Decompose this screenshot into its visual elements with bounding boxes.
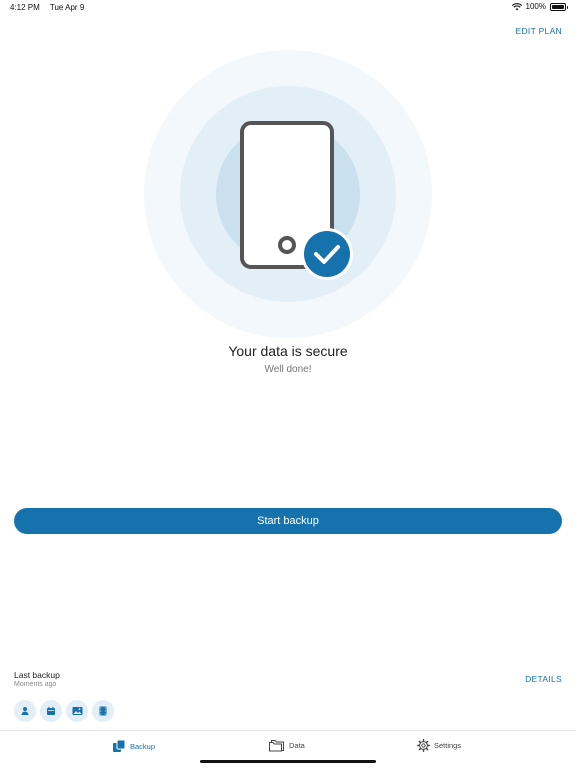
- secure-illustration: [144, 50, 432, 338]
- backup-icon: [113, 739, 126, 752]
- contacts-icon: [21, 707, 29, 715]
- status-time: 4:12 PM: [10, 3, 40, 12]
- gear-icon: [417, 739, 430, 752]
- category-photos[interactable]: [66, 700, 88, 722]
- tab-bar: Backup Data Settings: [0, 730, 576, 769]
- status-subtitle: Well done!: [264, 364, 312, 375]
- status-right: 100%: [511, 2, 568, 11]
- status-left: 4:12 PM Tue Apr 9: [10, 3, 92, 12]
- checkmark-icon: [301, 228, 353, 280]
- backup-categories: [14, 700, 114, 722]
- tab-settings[interactable]: Settings: [417, 739, 461, 752]
- wifi-icon: [511, 2, 522, 10]
- tab-settings-label: Settings: [434, 741, 462, 750]
- status-title: Your data is secure: [228, 343, 348, 359]
- calendar-icon: [47, 706, 55, 715]
- status-bar: 4:12 PM Tue Apr 9 100%: [0, 0, 576, 14]
- category-contacts[interactable]: [14, 700, 36, 722]
- details-button[interactable]: DETAILS: [525, 674, 562, 684]
- folder-icon: [269, 740, 284, 752]
- category-videos[interactable]: [92, 700, 114, 722]
- home-indicator: [200, 760, 376, 763]
- battery-percent: 100%: [525, 2, 546, 11]
- edit-plan-button[interactable]: EDIT PLAN: [516, 26, 562, 36]
- photos-icon: [72, 707, 82, 715]
- category-calendar[interactable]: [40, 700, 62, 722]
- battery-icon: [550, 2, 568, 11]
- status-date: Tue Apr 9: [49, 3, 85, 12]
- last-backup-title: Last backup: [14, 670, 60, 680]
- tab-data-label: Data: [289, 741, 305, 750]
- tab-backup[interactable]: Backup: [112, 739, 155, 753]
- videos-icon: [99, 706, 107, 716]
- last-backup-time: Moments ago: [14, 681, 57, 688]
- last-backup-info: Last backup Moments ago: [14, 670, 60, 688]
- tab-data[interactable]: Data: [268, 739, 305, 752]
- start-backup-button[interactable]: Start backup: [14, 508, 562, 534]
- tab-backup-label: Backup: [130, 741, 156, 751]
